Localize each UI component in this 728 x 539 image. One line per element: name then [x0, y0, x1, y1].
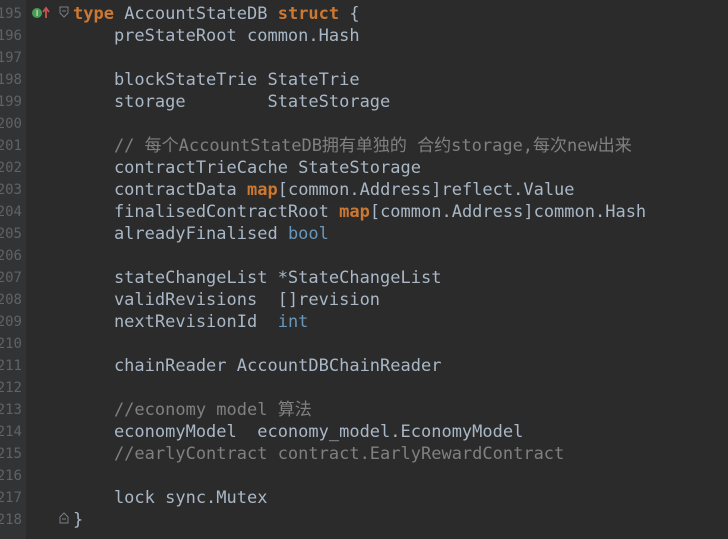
line-number: 196: [0, 28, 22, 44]
code-line[interactable]: nextRevisionId int: [73, 311, 308, 333]
gutter-line: 206: [0, 245, 26, 267]
code-line[interactable]: //economy model 算法: [73, 399, 312, 421]
gutter-line: 197: [0, 47, 26, 69]
gutter-line: 213: [0, 399, 26, 421]
gutter-line: 216: [0, 465, 26, 487]
line-number: 218: [0, 512, 22, 528]
code-text: [common.Address]reflect.Value: [277, 180, 575, 200]
code-text: economyModel economy_model.EconomyModel: [73, 422, 524, 442]
code-line[interactable]: //earlyContract contract.EarlyRewardCont…: [73, 443, 564, 465]
gutter-line: 215: [0, 443, 26, 465]
line-number: 202: [0, 160, 22, 176]
line-number: 211: [0, 358, 22, 374]
line-number: 209: [0, 314, 22, 330]
code-line[interactable]: stateChangeList *StateChangeList: [73, 267, 442, 289]
line-number: 205: [0, 226, 22, 242]
code-keyword: map: [339, 202, 370, 222]
line-number: 212: [0, 380, 22, 396]
gutter-line: 199: [0, 91, 26, 113]
fold-close-icon[interactable]: [59, 512, 69, 524]
code-text: preStateRoot common.Hash: [73, 26, 360, 46]
code-line[interactable]: preStateRoot common.Hash: [73, 25, 360, 47]
gutter-line: 212: [0, 377, 26, 399]
line-number: 199: [0, 94, 22, 110]
code-text: nextRevisionId: [73, 312, 278, 332]
line-number: 208: [0, 292, 22, 308]
code-text: chainReader AccountDBChainReader: [73, 356, 442, 376]
gutter-line: 202: [0, 157, 26, 179]
code-keyword: type: [73, 4, 114, 24]
code-text: }: [73, 510, 84, 530]
code-text: stateChangeList *StateChangeList: [73, 268, 442, 288]
gutter-line: 201: [0, 135, 26, 157]
line-number: 203: [0, 182, 22, 198]
code-line[interactable]: chainReader AccountDBChainReader: [73, 355, 442, 377]
line-number: 197: [0, 50, 22, 66]
code-text: alreadyFinalised: [73, 224, 288, 244]
code-line[interactable]: validRevisions []revision: [73, 289, 380, 311]
gutter-line: 210: [0, 333, 26, 355]
code-keyword: map: [247, 180, 278, 200]
gutter-line: 205: [0, 223, 26, 245]
gutter-line: 198: [0, 69, 26, 91]
code-line[interactable]: contractTrieCache StateStorage: [73, 157, 421, 179]
line-number: 195: [0, 6, 22, 22]
code-line[interactable]: storage StateStorage: [73, 91, 390, 113]
gutter-line: 195: [0, 3, 26, 25]
code-text: AccountStateDB: [113, 4, 278, 24]
line-number-gutter: 195 196 197 198 199 200 201 202 203 204 205 206 207 2…: [0, 0, 26, 539]
code-line[interactable]: contractData map[common.Address]reflect.…: [73, 179, 575, 201]
code-comment: //economy model 算法: [73, 400, 312, 420]
line-number: 206: [0, 248, 22, 264]
code-line[interactable]: finalisedContractRoot map[common.Address…: [73, 201, 646, 223]
line-number: 215: [0, 446, 22, 462]
code-keyword: struct: [277, 4, 340, 24]
gutter-line: 203: [0, 179, 26, 201]
line-number: 213: [0, 402, 22, 418]
fold-open-icon[interactable]: [59, 6, 69, 18]
line-number: 198: [0, 72, 22, 88]
code-text: contractTrieCache StateStorage: [73, 158, 421, 178]
code-text: {: [339, 4, 360, 24]
code-comment: //earlyContract contract.EarlyRewardCont…: [73, 444, 565, 464]
line-number: 201: [0, 138, 22, 154]
line-number: 214: [0, 424, 22, 440]
code-line[interactable]: alreadyFinalised bool: [73, 223, 329, 245]
code-editor[interactable]: 195 196 197 198 199 200 201 202 203 204 205 206 207 2…: [0, 0, 728, 539]
implements-interface-icon[interactable]: I: [31, 6, 51, 20]
gutter-line: 214: [0, 421, 26, 443]
code-text: blockStateTrie StateTrie: [73, 70, 360, 90]
gutter-line: 196: [0, 25, 26, 47]
code-line[interactable]: blockStateTrie StateTrie: [73, 69, 360, 91]
code-text: validRevisions []revision: [73, 290, 381, 310]
code-builtin-type: int: [277, 312, 309, 332]
code-text: lock sync.Mutex: [73, 488, 268, 508]
code-text: contractData: [73, 180, 247, 200]
line-number: 204: [0, 204, 22, 220]
code-line[interactable]: economyModel economy_model.EconomyModel: [73, 421, 523, 443]
line-number: 200: [0, 116, 22, 132]
line-number: 207: [0, 270, 22, 286]
code-line[interactable]: lock sync.Mutex: [73, 487, 268, 509]
code-line[interactable]: // 每个AccountStateDB拥有单独的 合约storage,每次new…: [73, 135, 632, 157]
gutter-line: 217: [0, 487, 26, 509]
gutter-line: 200: [0, 113, 26, 135]
code-comment: // 每个AccountStateDB拥有单独的 合约storage,每次new…: [73, 136, 632, 156]
code-text: storage StateStorage: [73, 92, 391, 112]
svg-text:I: I: [36, 9, 38, 18]
line-number: 210: [0, 336, 22, 352]
code-line[interactable]: }: [73, 509, 83, 531]
gutter-line: 204: [0, 201, 26, 223]
line-number: 216: [0, 468, 22, 484]
gutter-line: 218: [0, 509, 26, 531]
code-builtin-type: bool: [287, 224, 329, 244]
code-line[interactable]: type AccountStateDB struct {: [73, 3, 360, 25]
gutter-line: 211: [0, 355, 26, 377]
code-text: finalisedContractRoot: [73, 202, 340, 222]
gutter-line: 208: [0, 289, 26, 311]
line-number: 217: [0, 490, 22, 506]
code-text: [common.Address]common.Hash: [369, 202, 647, 222]
gutter-line: 207: [0, 267, 26, 289]
gutter-line: 209: [0, 311, 26, 333]
